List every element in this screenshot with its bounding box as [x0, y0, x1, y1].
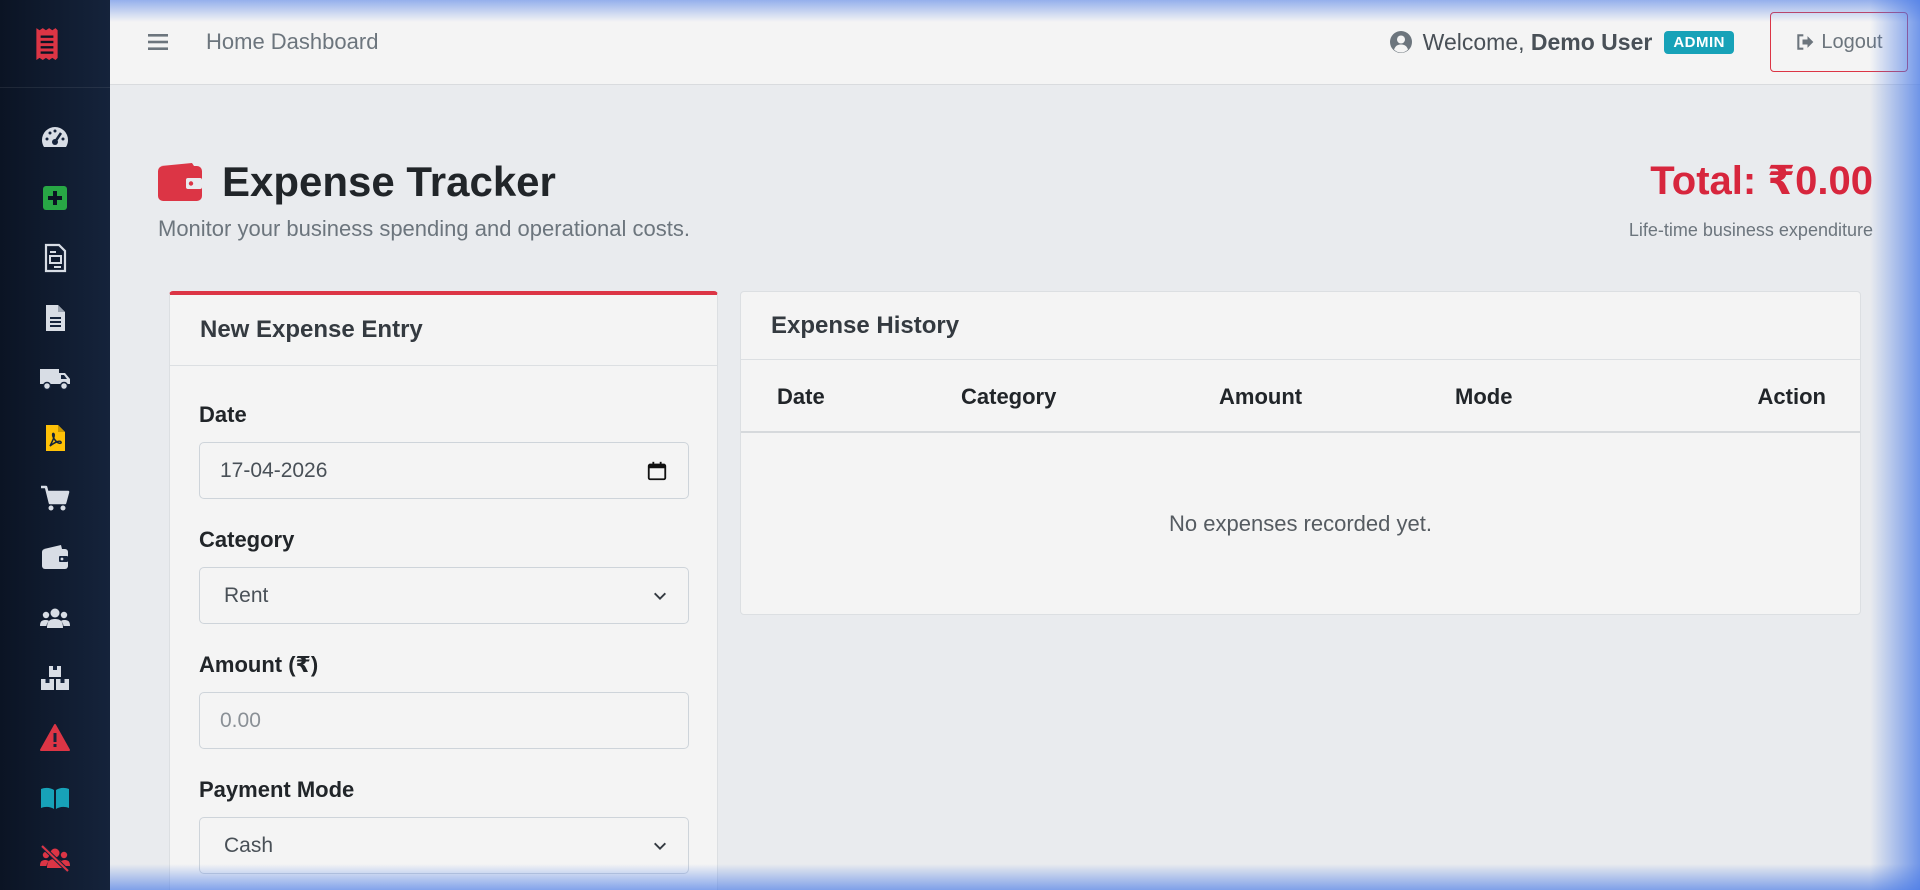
- tachometer-icon: [41, 127, 69, 147]
- truck-icon: [40, 369, 70, 391]
- date-value: 17-04-2026: [220, 458, 328, 482]
- sidebar-item-ledger[interactable]: [27, 768, 83, 828]
- category-select[interactable]: Rent: [199, 567, 689, 624]
- sidebar-item-customers[interactable]: [27, 588, 83, 648]
- sidebar-item-add[interactable]: [27, 168, 83, 228]
- history-table-header: Date Category Amount Mode Action: [741, 360, 1860, 433]
- page-title: Expense Tracker: [222, 158, 556, 205]
- column-header-amount: Amount: [1219, 383, 1303, 409]
- category-value: Rent: [224, 583, 269, 607]
- welcome-prefix: Welcome,: [1422, 28, 1525, 55]
- menu-toggle-button[interactable]: [146, 30, 170, 54]
- payment-mode-label: Payment Mode: [199, 777, 355, 802]
- total-amount: Total: ₹0.00: [1650, 159, 1873, 203]
- payment-mode-select[interactable]: Cash: [199, 817, 689, 874]
- role-badge: ADMIN: [1664, 30, 1734, 54]
- brand-logo[interactable]: [0, 0, 110, 88]
- user-circle-icon: [1389, 31, 1412, 53]
- sidebar-item-alerts[interactable]: [27, 708, 83, 768]
- pdf-file-icon: [46, 425, 65, 451]
- category-label: Category: [199, 527, 295, 552]
- total-caption: Life-time business expenditure: [1628, 220, 1873, 240]
- column-header-date: Date: [777, 383, 825, 409]
- sidebar: [0, 0, 110, 890]
- user-slash-icon: [40, 844, 70, 873]
- column-header-mode: Mode: [1455, 383, 1513, 409]
- sidebar-item-invoices[interactable]: [27, 228, 83, 288]
- chevron-down-icon: [654, 842, 666, 850]
- total-summary: Total: ₹0.00 Life-time business expendit…: [1629, 158, 1873, 241]
- date-input[interactable]: 17-04-2026: [199, 442, 689, 499]
- payment-mode-value: Cash: [224, 833, 274, 857]
- date-label: Date: [199, 402, 247, 427]
- sidebar-item-inventory[interactable]: [27, 648, 83, 708]
- boxes-icon: [41, 666, 69, 690]
- document-icon: [46, 305, 65, 331]
- sidebar-item-blocked-users[interactable]: [27, 828, 83, 888]
- logout-label: Logout: [1821, 30, 1883, 53]
- sidebar-item-documents[interactable]: [27, 288, 83, 348]
- sidebar-item-dashboard[interactable]: [27, 108, 83, 168]
- welcome-text: Welcome, Demo User: [1423, 29, 1653, 56]
- breadcrumb-home-dashboard[interactable]: Home Dashboard: [206, 29, 378, 55]
- cart-icon: [41, 485, 70, 511]
- user-name: Demo User: [1530, 28, 1653, 55]
- sidebar-item-delivery[interactable]: [27, 348, 83, 408]
- users-icon: [40, 608, 70, 628]
- sidebar-item-purchases[interactable]: [27, 468, 83, 528]
- amount-placeholder: 0.00: [220, 708, 261, 732]
- new-expense-title: New Expense Entry: [200, 316, 423, 343]
- plus-square-icon: [43, 186, 67, 210]
- wallet-icon: [42, 545, 68, 569]
- warning-icon: [40, 724, 70, 751]
- sidebar-item-reports[interactable]: [27, 408, 83, 468]
- expense-history-card: Expense History Date Category Amount Mod…: [740, 291, 1861, 615]
- amount-label: Amount (₹): [199, 652, 319, 677]
- page-header: Expense Tracker Monitor your business sp…: [158, 158, 1873, 242]
- logout-button[interactable]: Logout: [1770, 12, 1908, 72]
- sidebar-item-expenses[interactable]: [27, 528, 83, 588]
- page-subtitle: Monitor your business spending and opera…: [158, 216, 690, 241]
- expense-history-title: Expense History: [771, 311, 960, 339]
- screen-glow-right: [1870, 0, 1920, 890]
- book-icon: [41, 787, 69, 809]
- sign-out-icon: [1797, 34, 1814, 50]
- calendar-icon[interactable]: [646, 460, 668, 482]
- column-header-category: Category: [961, 383, 1057, 409]
- top-navbar: Home Dashboard Welcome, Demo User ADMIN …: [110, 0, 1920, 85]
- chevron-down-icon: [654, 592, 666, 600]
- wallet-icon: [158, 163, 202, 201]
- new-expense-card: New Expense Entry Date 17-04-2026 Catego…: [169, 291, 718, 890]
- receipt-icon: [36, 27, 58, 60]
- amount-input[interactable]: 0.00: [199, 692, 689, 749]
- invoice-icon: [44, 243, 67, 273]
- hamburger-icon: [148, 34, 168, 50]
- column-header-action: Action: [1757, 383, 1826, 409]
- empty-history-message: No expenses recorded yet.: [1169, 511, 1432, 536]
